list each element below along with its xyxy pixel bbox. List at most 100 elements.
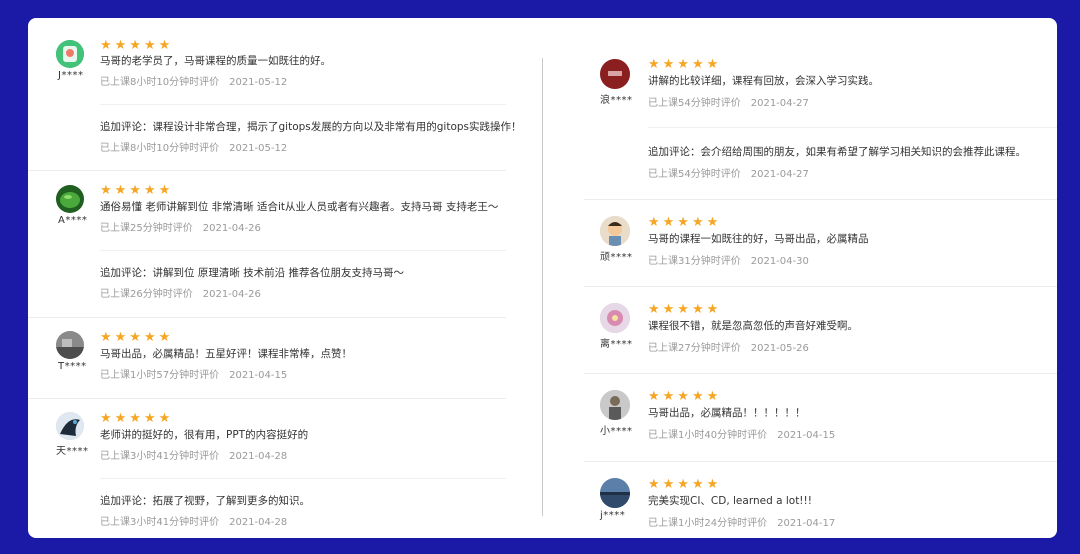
followup-meta: 已上课3小时41分钟时评价 2021-04-28 — [100, 517, 287, 529]
review-date: 2021-05-12 — [229, 143, 288, 154]
study-time: 已上课54分钟时评价 — [648, 169, 741, 180]
lake-photo-avatar — [600, 478, 630, 508]
red-emblem-avatar — [600, 59, 630, 89]
followup-meta: 已上课54分钟时评价 2021-04-27 — [648, 169, 809, 181]
followup-divider — [100, 478, 506, 479]
username: 天**** — [56, 446, 89, 457]
review-text: 马哥的课程一如既往的好，马哥出品，必属精品 — [648, 233, 869, 245]
review-meta: 已上课1小时40分钟时评价 2021-04-15 — [648, 430, 835, 442]
review-item: 顽**** ★★★★★ 马哥的课程一如既往的好，马哥出品，必属精品 已上课31分… — [584, 200, 1057, 287]
study-time: 已上课1小时24分钟时评价 — [648, 518, 768, 529]
review-date: 2021-04-28 — [229, 451, 288, 462]
column-divider — [542, 58, 543, 516]
avatar[interactable] — [600, 478, 630, 508]
review-date: 2021-04-26 — [202, 223, 261, 234]
review-meta: 已上课31分钟时评价 2021-04-30 — [648, 256, 809, 268]
study-time: 已上课1小时40分钟时评价 — [648, 430, 768, 441]
rating-stars: ★★★★★ — [100, 38, 174, 53]
followup-divider — [648, 127, 1057, 128]
study-time: 已上课54分钟时评价 — [648, 98, 741, 109]
followup-meta: 已上课26分钟时评价 2021-04-26 — [100, 289, 261, 301]
gray-photo-avatar — [56, 331, 84, 359]
review-item: A**** ★★★★★ 通俗易懂 老师讲解到位 非常清晰 适合it从业人员或者有… — [28, 171, 506, 318]
review-date: 2021-04-15 — [229, 370, 288, 381]
username: j**** — [600, 510, 626, 521]
green-app-icon — [56, 40, 84, 68]
followup-text: 追加评论：会介绍给周围的朋友，如果有希望了解学习相关知识的会推荐此课程。 — [648, 146, 1026, 158]
review-date: 2021-04-27 — [750, 98, 809, 109]
avatar[interactable] — [56, 412, 84, 440]
username: 离**** — [600, 339, 633, 350]
review-item: T**** ★★★★★ 马哥出品，必属精品！五星好评！课程非常棒，点赞！ 已上课… — [28, 318, 506, 399]
review-date: 2021-04-15 — [777, 430, 836, 441]
person-photo-avatar — [600, 390, 630, 420]
study-time: 已上课1小时57分钟时评价 — [100, 370, 220, 381]
avatar[interactable] — [600, 390, 630, 420]
review-date: 2021-05-26 — [750, 343, 809, 354]
review-item: 浪**** ★★★★★ 讲解的比较详细，课程有回放，会深入学习实践。 已上课54… — [584, 18, 1057, 200]
cartoon-kid-avatar — [600, 216, 630, 246]
review-item: J**** ★★★★★ 马哥的老学员了，马哥课程的质量一如既往的好。 已上课8小… — [28, 18, 522, 171]
reviews-card: J**** ★★★★★ 马哥的老学员了，马哥课程的质量一如既往的好。 已上课8小… — [28, 18, 1057, 538]
username: 浪**** — [600, 95, 633, 106]
followup-divider — [100, 104, 506, 105]
rating-stars: ★★★★★ — [100, 330, 174, 345]
review-text: 马哥出品，必属精品！！！！！！ — [648, 407, 806, 419]
avatar[interactable] — [56, 185, 84, 213]
username: J**** — [58, 70, 84, 81]
study-time: 已上课8小时10分钟时评价 — [100, 77, 220, 88]
review-meta: 已上课3小时41分钟时评价 2021-04-28 — [100, 451, 287, 463]
rating-stars: ★★★★★ — [648, 389, 722, 404]
followup-divider — [100, 250, 506, 251]
review-text: 通俗易懂 老师讲解到位 非常清晰 适合it从业人员或者有兴趣者。支持马哥 支持老… — [100, 201, 499, 213]
review-meta: 已上课27分钟时评价 2021-05-26 — [648, 343, 809, 355]
review-text: 马哥的老学员了，马哥课程的质量一如既往的好。 — [100, 55, 331, 67]
avatar[interactable] — [600, 59, 630, 89]
username: 顽**** — [600, 252, 633, 263]
followup-text: 追加评论：课程设计非常合理，揭示了gitops发展的方向以及非常有用的gitop… — [100, 121, 522, 133]
review-meta: 已上课1小时24分钟时评价 2021-04-17 — [648, 518, 835, 530]
avatar[interactable] — [56, 331, 84, 359]
avatar[interactable] — [600, 216, 630, 246]
username: 小**** — [600, 426, 633, 437]
review-date: 2021-04-28 — [229, 517, 288, 528]
dark-bird-avatar — [56, 412, 84, 440]
review-date: 2021-04-26 — [202, 289, 261, 300]
study-time: 已上课26分钟时评价 — [100, 289, 193, 300]
review-text: 老师讲的挺好的，很有用，PPT的内容挺好的 — [100, 429, 309, 441]
followup-meta: 已上课8小时10分钟时评价 2021-05-12 — [100, 143, 287, 155]
review-meta: 已上课8小时10分钟时评价 2021-05-12 — [100, 77, 287, 89]
review-meta: 已上课54分钟时评价 2021-04-27 — [648, 98, 809, 110]
followup-text: 追加评论：讲解到位 原理清晰 技术前沿 推荐各位朋友支持马哥～ — [100, 267, 405, 279]
review-date: 2021-05-12 — [229, 77, 288, 88]
rating-stars: ★★★★★ — [100, 411, 174, 426]
review-item: 天**** ★★★★★ 老师讲的挺好的，很有用，PPT的内容挺好的 已上课3小时… — [28, 399, 506, 538]
rating-stars: ★★★★★ — [648, 302, 722, 317]
review-text: 完美实现CI、CD, learned a lot!!! — [648, 495, 812, 507]
avatar[interactable] — [56, 40, 84, 68]
review-item: 离**** ★★★★★ 课程很不错，就是忽高忽低的声音好难受啊。 已上课27分钟… — [584, 287, 1057, 374]
review-text: 马哥出品，必属精品！五星好评！课程非常棒，点赞！ — [100, 348, 352, 360]
review-date: 2021-04-30 — [750, 256, 809, 267]
pink-flower-avatar — [600, 303, 630, 333]
review-date: 2021-04-17 — [777, 518, 836, 529]
review-meta: 已上课1小时57分钟时评价 2021-04-15 — [100, 370, 287, 382]
study-time: 已上课27分钟时评价 — [648, 343, 741, 354]
study-time: 已上课31分钟时评价 — [648, 256, 741, 267]
review-item: 小**** ★★★★★ 马哥出品，必属精品！！！！！！ 已上课1小时40分钟时评… — [584, 374, 1057, 462]
rating-stars: ★★★★★ — [100, 183, 174, 198]
right-review-column: 浪**** ★★★★★ 讲解的比较详细，课程有回放，会深入学习实践。 已上课54… — [584, 18, 1057, 538]
study-time: 已上课25分钟时评价 — [100, 223, 193, 234]
rating-stars: ★★★★★ — [648, 57, 722, 72]
left-review-column: J**** ★★★★★ 马哥的老学员了，马哥课程的质量一如既往的好。 已上课8小… — [28, 18, 536, 538]
rating-stars: ★★★★★ — [648, 477, 722, 492]
review-meta: 已上课25分钟时评价 2021-04-26 — [100, 223, 261, 235]
study-time: 已上课3小时41分钟时评价 — [100, 451, 220, 462]
green-leaf-avatar — [56, 185, 84, 213]
username: T**** — [58, 361, 87, 372]
review-text: 课程很不错，就是忽高忽低的声音好难受啊。 — [648, 320, 858, 332]
username: A**** — [58, 215, 88, 226]
study-time: 已上课3小时41分钟时评价 — [100, 517, 220, 528]
rating-stars: ★★★★★ — [648, 215, 722, 230]
avatar[interactable] — [600, 303, 630, 333]
